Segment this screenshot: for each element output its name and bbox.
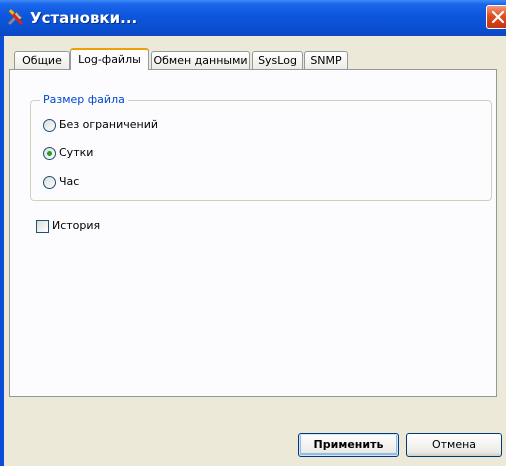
cancel-button[interactable]: Отмена xyxy=(406,433,502,457)
history-checkbox[interactable] xyxy=(36,220,49,233)
tab-data-exchange[interactable]: Обмен данными xyxy=(151,51,250,69)
radio-label: Без ограничений xyxy=(59,118,158,131)
tab-syslog[interactable]: SysLog xyxy=(252,51,303,69)
radio-label: Сутки xyxy=(59,146,94,159)
tab-log-files[interactable]: Log-файлы xyxy=(70,48,149,70)
file-size-groupbox xyxy=(30,100,492,201)
file-size-legend: Размер файла xyxy=(40,93,128,106)
radio-selected-dot xyxy=(47,151,52,156)
tab-general[interactable]: Общие xyxy=(14,51,70,69)
history-label: История xyxy=(52,219,101,232)
window-title: Установки... xyxy=(30,9,138,27)
close-button[interactable] xyxy=(486,5,506,29)
title-bar[interactable]: Установки... xyxy=(0,0,506,36)
radio-label: Час xyxy=(59,175,80,188)
apply-button[interactable]: Применить xyxy=(298,433,399,457)
radio-button[interactable] xyxy=(43,147,56,160)
tools-icon xyxy=(7,8,27,28)
radio-button[interactable] xyxy=(43,119,56,132)
settings-window: Установки... Общие Log-файлы Обмен данны… xyxy=(0,0,506,466)
radio-button[interactable] xyxy=(43,176,56,189)
tab-snmp[interactable]: SNMP xyxy=(304,51,348,69)
